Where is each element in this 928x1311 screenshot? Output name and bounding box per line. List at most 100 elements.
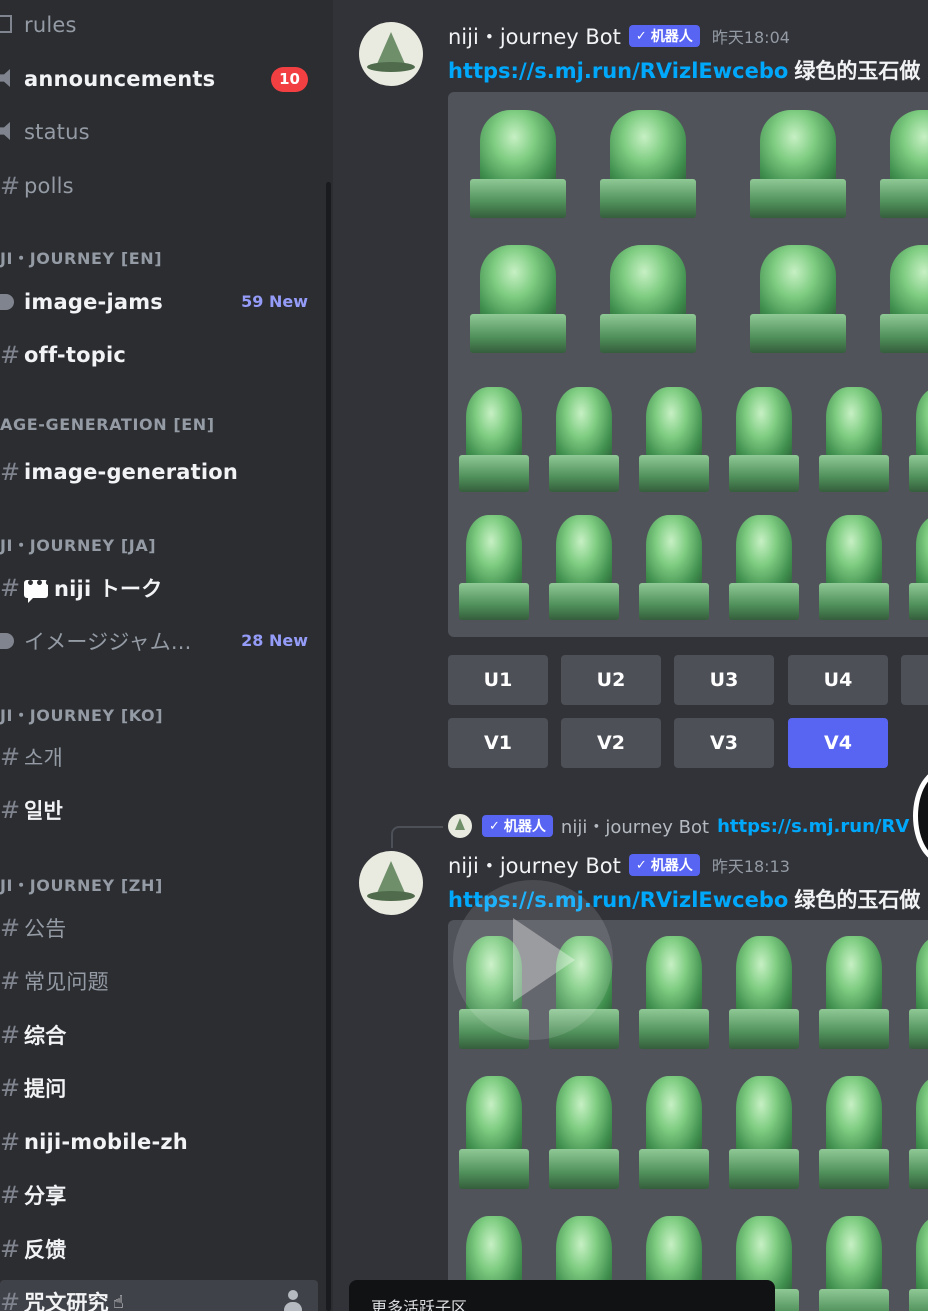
- channel-zh-faq[interactable]: # 常见问题: [0, 959, 318, 1003]
- upscale-button-u4[interactable]: U4: [788, 655, 888, 705]
- jade-statue-thumb: [915, 515, 928, 590]
- channel-name: image-generation: [24, 460, 239, 484]
- channel-niji-talk[interactable]: # niji トーク: [0, 566, 318, 610]
- channel-image-jams[interactable]: image-jams 59 New: [0, 280, 318, 324]
- upscale-button-u1[interactable]: U1: [448, 655, 548, 705]
- category-header[interactable]: JI・JOURNEY [KO]: [0, 702, 318, 726]
- channel-rules[interactable]: rules: [0, 3, 318, 47]
- jade-statue-thumb: [735, 387, 793, 462]
- channel-announcements[interactable]: announcements 10: [0, 57, 318, 101]
- statue-pedestal: [470, 314, 566, 353]
- channel-off-topic[interactable]: # off-topic: [0, 333, 318, 377]
- reply-avatar: [448, 814, 472, 838]
- channel-zh-questions[interactable]: # 提问: [0, 1066, 318, 1110]
- message-area: niji・journey Bot ✓ 机器人 昨天18:04 https://s.…: [333, 0, 928, 1311]
- jade-statue-thumb: [889, 110, 928, 188]
- channel-zh-share[interactable]: # 分享: [0, 1173, 318, 1217]
- sidebar-scrollbar[interactable]: [326, 182, 331, 1311]
- play-icon[interactable]: [453, 880, 613, 1040]
- variation-button-v4[interactable]: V4: [788, 718, 888, 768]
- statue-pedestal: [728, 582, 800, 620]
- bot-tag: ✓ 机器人: [482, 815, 553, 837]
- announcement-speaker-icon: [0, 120, 22, 144]
- reroll-button[interactable]: [901, 655, 928, 705]
- statue-pedestal: [638, 1008, 710, 1050]
- channel-image-generation[interactable]: # image-generation: [0, 450, 318, 494]
- author-name[interactable]: niji・journey Bot: [448, 21, 621, 51]
- statue-pedestal: [638, 1148, 710, 1190]
- reply-link: https://s.mj.run/RV: [717, 815, 910, 837]
- channel-name: 일반: [24, 799, 64, 823]
- channel-zh-feedback[interactable]: # 反馈: [0, 1227, 318, 1271]
- channel-zh-announcements[interactable]: # 公告: [0, 906, 318, 950]
- message-link[interactable]: https://s.mj.run/RVizlEwcebo: [448, 59, 788, 83]
- statue-pedestal: [880, 314, 928, 353]
- channel-niji-mobile-zh[interactable]: # niji-mobile-zh: [0, 1120, 318, 1164]
- channel-name: 反馈: [24, 1238, 67, 1262]
- channel-zh-general[interactable]: # 综合: [0, 1013, 318, 1057]
- channel-polls[interactable]: # polls: [0, 164, 318, 208]
- author-name[interactable]: niji・journey Bot: [448, 850, 621, 880]
- hashtag-icon: #: [0, 1237, 21, 1261]
- channel-name: off-topic: [24, 343, 126, 367]
- check-icon: ✓: [489, 818, 500, 834]
- statue-pedestal: [470, 179, 566, 218]
- jade-statue-thumb: [555, 387, 613, 462]
- check-icon: ✓: [635, 857, 647, 873]
- category-header[interactable]: JI・JOURNEY [ZH]: [0, 872, 318, 896]
- category-header[interactable]: AGE-GENERATION [EN]: [0, 415, 318, 434]
- channel-status[interactable]: status: [0, 110, 318, 154]
- jade-statue-thumb: [555, 515, 613, 590]
- jade-statue-thumb: [915, 1215, 928, 1297]
- statue-pedestal: [728, 454, 800, 492]
- upscale-button-u2[interactable]: U2: [561, 655, 661, 705]
- hand-cursor-icon: ☝: [112, 1291, 124, 1311]
- channel-name: 分享: [24, 1184, 67, 1208]
- category-header[interactable]: JI・JOURNEY [EN]: [0, 245, 318, 269]
- variation-button-v3[interactable]: V3: [674, 718, 774, 768]
- reply-connector: [391, 826, 443, 848]
- hashtag-icon: #: [0, 576, 21, 600]
- channel-name: niji トーク: [54, 577, 163, 601]
- reply-reference[interactable]: ✓ 机器人 niji・journey Bot https://s.mj.run/R…: [448, 812, 909, 840]
- category-header[interactable]: JI・JOURNEY [JA]: [0, 532, 318, 556]
- bot-avatar[interactable]: [359, 851, 423, 915]
- statue-pedestal: [458, 454, 530, 492]
- active-threads-tooltip[interactable]: 更多活跃子区: [349, 1280, 775, 1311]
- bot-tag-label: 机器人: [650, 858, 693, 874]
- bot-tag: ✓ 机器人: [628, 25, 700, 47]
- statue-pedestal: [818, 1008, 890, 1050]
- channel-image-jam-ja[interactable]: イメージジャム... 28 New: [0, 619, 318, 663]
- check-icon: ✓: [635, 28, 647, 44]
- jade-statue-thumb: [645, 935, 703, 1017]
- channel-name: status: [24, 120, 90, 144]
- bot-tag: ✓ 机器人: [628, 854, 700, 876]
- statue-pedestal: [818, 1288, 890, 1311]
- jade-statue-thumb: [555, 1075, 613, 1157]
- channel-name: 综合: [24, 1024, 67, 1048]
- upscale-button-u3[interactable]: U3: [674, 655, 774, 705]
- channel-name: polls: [24, 174, 74, 198]
- variation-button-v2[interactable]: V2: [561, 718, 661, 768]
- statue-pedestal: [818, 582, 890, 620]
- message-header: niji・journey Bot ✓ 机器人 昨天18:04: [448, 21, 790, 51]
- hashtag-icon: #: [0, 1023, 21, 1047]
- mention-badge: 10: [271, 67, 308, 92]
- channel-zh-prompt-research[interactable]: # 咒文研究 ☝: [0, 1280, 318, 1311]
- statue-pedestal: [750, 179, 846, 218]
- channel-name: 소개: [24, 746, 64, 770]
- timestamp: 昨天18:13: [711, 857, 790, 876]
- statue-pedestal: [600, 314, 696, 353]
- jade-statue-thumb: [609, 245, 687, 323]
- statue-pedestal: [600, 179, 696, 218]
- channel-ko-intro[interactable]: # 소개: [0, 735, 318, 779]
- floating-avatar[interactable]: [913, 768, 928, 864]
- create-invite-icon[interactable]: [282, 1290, 304, 1311]
- jade-statue-thumb: [915, 1075, 928, 1157]
- variation-button-v1[interactable]: V1: [448, 718, 548, 768]
- channel-ko-general[interactable]: # 일반: [0, 788, 318, 832]
- statue-pedestal: [638, 582, 710, 620]
- bot-avatar[interactable]: [359, 22, 423, 86]
- new-count: 59 New: [241, 292, 308, 311]
- image-grid-1[interactable]: [448, 92, 928, 637]
